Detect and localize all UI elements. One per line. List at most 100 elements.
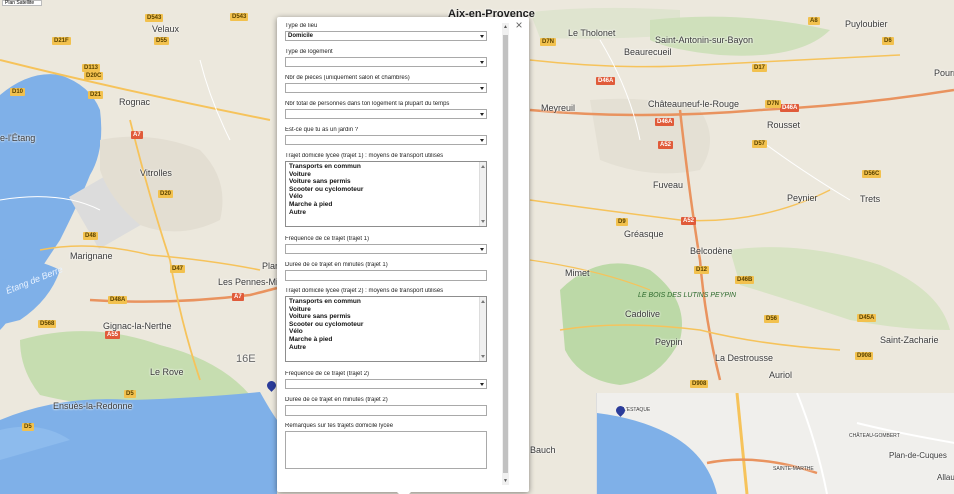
place-bois-des-lutins: LE BOIS DES LUTINS PEYPIN xyxy=(638,292,737,299)
duree2-input[interactable] xyxy=(285,405,487,416)
road-shield: D46A xyxy=(596,77,616,85)
frequence1-select[interactable] xyxy=(285,244,487,254)
chevron-down-icon xyxy=(480,87,484,90)
scrollbar-thumb[interactable] xyxy=(503,35,508,473)
trajet1-transport-multiselect[interactable]: Transports en commun Voiture Voiture san… xyxy=(285,161,487,227)
transport-option[interactable]: Transports en commun xyxy=(289,163,486,171)
transport-option[interactable]: Vélo xyxy=(289,193,486,201)
place-peypin: Peypin xyxy=(655,337,683,347)
scroll-up-icon[interactable]: ▲ xyxy=(502,23,509,31)
transport-option[interactable]: Marche à pied xyxy=(289,336,486,344)
place-chateauneuf: Châteauneuf-le-Rouge xyxy=(648,99,740,109)
frequence2-label: Fréquence de ce trajet (trajet 2) xyxy=(285,371,370,377)
transport-option[interactable]: Scooter ou cyclomoteur xyxy=(289,186,486,194)
popup-scrollbar[interactable]: ▲ ▼ xyxy=(502,23,509,485)
road-shield: D45A xyxy=(857,314,877,322)
transport-option[interactable]: Voiture sans permis xyxy=(289,313,486,321)
transport-option[interactable]: Autre xyxy=(289,209,486,217)
chevron-down-icon xyxy=(480,248,484,251)
transport-option[interactable]: Vélo xyxy=(289,328,486,336)
road-shield: D56C xyxy=(862,170,882,178)
transport-option[interactable]: Autre xyxy=(289,344,486,352)
place-tholonet: Le Tholonet xyxy=(568,28,616,38)
chevron-down-icon xyxy=(480,61,484,64)
road-shield: D57 xyxy=(752,140,768,148)
scroll-up-icon[interactable] xyxy=(481,300,485,303)
place-bauch: Bauch xyxy=(530,445,556,455)
road-shield: D7N xyxy=(540,38,557,46)
place-ensues: Ensuès-la-Redonne xyxy=(53,401,133,411)
jardin-select[interactable] xyxy=(285,135,487,145)
road-shield: A7 xyxy=(232,293,244,301)
transport-option[interactable]: Voiture xyxy=(289,306,486,314)
chevron-down-icon xyxy=(480,383,484,386)
road-shield: A8 xyxy=(808,17,820,25)
remarques-textarea[interactable] xyxy=(285,431,487,469)
road-shield: D12 xyxy=(694,266,710,274)
place-cadolive: Cadolive xyxy=(625,309,661,319)
road-shield: D568 xyxy=(38,320,57,328)
place-st-antonin: Saint-Antonin-sur-Bayon xyxy=(655,35,754,45)
road-shield: D5 xyxy=(124,390,136,398)
transport-option[interactable]: Voiture sans permis xyxy=(289,178,486,186)
inset-map-base xyxy=(597,393,954,494)
place-meyreuil: Meyreuil xyxy=(541,103,576,113)
scroll-down-icon[interactable] xyxy=(481,355,485,358)
road-shield: D9 xyxy=(616,218,628,226)
place-etang: e-l'Étang xyxy=(0,133,36,143)
road-shield: D5 xyxy=(22,423,34,431)
type-logement-label: Type de logement xyxy=(285,49,333,55)
nb-personnes-label: Nbr total de personnes dans ton logement… xyxy=(285,101,450,107)
multiselect-scrollbar[interactable] xyxy=(479,162,486,226)
place-trets: Trets xyxy=(860,194,881,204)
trajet2-label: Trajet domicile lycée (trajet 2) : moyen… xyxy=(285,288,444,294)
scroll-down-icon[interactable]: ▼ xyxy=(502,477,509,485)
location-pin[interactable] xyxy=(267,381,276,394)
trajet2-transport-multiselect[interactable]: Transports en commun Voiture Voiture san… xyxy=(285,296,487,362)
place-rognac: Rognac xyxy=(119,97,151,107)
type-lieu-select[interactable]: Domicile xyxy=(285,31,487,41)
road-shield: D21F xyxy=(52,37,71,45)
place-plan-de-cuques: Plan-de-Cuques xyxy=(889,451,947,460)
place-velaux: Velaux xyxy=(152,24,180,34)
road-shield: D10 xyxy=(10,88,26,96)
survey-form: Type de lieu Domicile Type de logement N… xyxy=(285,23,488,469)
place-chateau-gombert: CHÂTEAU-GOMBERT xyxy=(849,433,900,439)
frequence2-select[interactable] xyxy=(285,379,487,389)
jardin-label: Est-ce que tu as un jardin ? xyxy=(285,127,359,133)
road-shield: D48 xyxy=(83,232,99,240)
transport-option[interactable]: Scooter ou cyclomoteur xyxy=(289,321,486,329)
road-shield: D908 xyxy=(855,352,874,360)
place-pourri: Pourri xyxy=(934,68,954,78)
map-type-control[interactable]: Plan Satellite xyxy=(2,0,42,6)
place-gignac: Gignac-la-Nerthe xyxy=(103,321,172,331)
duree1-input[interactable] xyxy=(285,270,487,281)
nb-pieces-select[interactable] xyxy=(285,83,487,93)
scroll-down-icon[interactable] xyxy=(481,220,485,223)
place-belcodene: Belcodène xyxy=(690,246,733,256)
nb-personnes-select[interactable] xyxy=(285,109,487,119)
inset-map[interactable]: L'ESTAQUE CHÂTEAU-GOMBERT SAINTE-MARTHE … xyxy=(596,393,954,494)
transport-option[interactable]: Transports en commun xyxy=(289,298,486,306)
road-shield: A55 xyxy=(105,331,121,339)
type-lieu-value: Domicile xyxy=(288,33,314,39)
chevron-down-icon xyxy=(480,139,484,142)
place-fuveau: Fuveau xyxy=(653,180,684,190)
road-shield: D17 xyxy=(752,64,768,72)
transport-option[interactable]: Marche à pied xyxy=(289,201,486,209)
place-saint-zacharie: Saint-Zacharie xyxy=(880,335,939,345)
scroll-up-icon[interactable] xyxy=(481,165,485,168)
road-shield: D56 xyxy=(764,315,780,323)
road-shield: A52 xyxy=(681,217,697,225)
road-shield: D46B xyxy=(735,276,755,284)
close-icon[interactable]: × xyxy=(513,19,525,31)
multiselect-scrollbar[interactable] xyxy=(479,297,486,361)
transport-option[interactable]: Voiture xyxy=(289,171,486,179)
road-shield: D6 xyxy=(882,37,894,45)
inset-location-pin[interactable] xyxy=(616,406,625,419)
type-logement-select[interactable] xyxy=(285,57,487,67)
place-estaque: L'ESTAQUE xyxy=(623,407,651,413)
road-shield: A7 xyxy=(131,131,143,139)
duree2-label: Durée de ce trajet en minutes (trajet 2) xyxy=(285,397,388,403)
road-shield: D21 xyxy=(88,91,104,99)
